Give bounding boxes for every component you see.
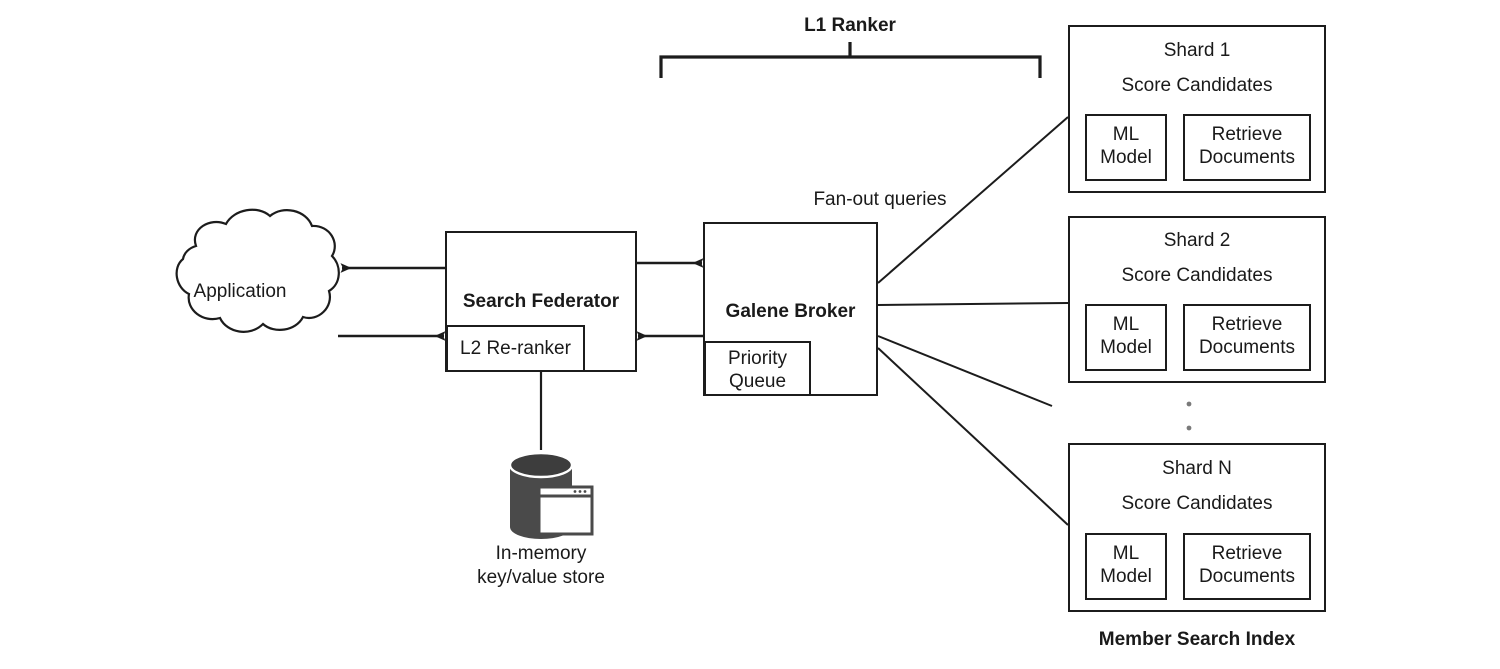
fanout-line-shard-n xyxy=(877,347,1069,526)
shard-1-ml-line2: Model xyxy=(1100,147,1152,168)
priority-queue-box[interactable]: Priority Queue xyxy=(704,341,811,396)
shard-2-ml-line2: Model xyxy=(1100,337,1152,358)
shard-2-retrieve-line2: Documents xyxy=(1198,337,1296,358)
priority-queue-line2: Queue xyxy=(728,371,787,392)
shard-n-retrieve-line1: Retrieve xyxy=(1211,543,1283,564)
l1-ranker-label: L1 Ranker xyxy=(804,15,896,36)
shard-2-retrieve-line1: Retrieve xyxy=(1211,314,1283,335)
search-federator-title: Search Federator xyxy=(462,291,620,312)
shard-2-retrieve-box[interactable]: Retrieve Documents xyxy=(1183,304,1311,371)
shard-n-ml-line2: Model xyxy=(1100,566,1152,587)
shard-1-title: Shard 1 xyxy=(1163,40,1231,61)
l1-ranker-bracket xyxy=(659,42,1042,78)
shard-1-ml-model-box[interactable]: ML Model xyxy=(1085,114,1167,181)
shard-n-ml-line1: ML xyxy=(1112,543,1140,564)
galene-broker-title: Galene Broker xyxy=(725,301,856,322)
priority-queue-line1: Priority xyxy=(727,348,788,369)
shard-1-retrieve-line1: Retrieve xyxy=(1211,124,1283,145)
shard-2-title: Shard 2 xyxy=(1163,230,1231,251)
shard-1-ml-line1: ML xyxy=(1112,124,1140,145)
window-icon xyxy=(537,485,594,536)
shard-n-retrieve-line2: Documents xyxy=(1198,566,1296,587)
shard-1-retrieve-line2: Documents xyxy=(1198,147,1296,168)
keyvalue-store-line2: key/value store xyxy=(477,567,605,588)
shard-1-box[interactable]: Shard 1 Score Candidates ML Model Retrie… xyxy=(1068,25,1326,193)
shard-n-box[interactable]: Shard N Score Candidates ML Model Retrie… xyxy=(1068,443,1326,612)
shard-n-ml-model-box[interactable]: ML Model xyxy=(1085,533,1167,600)
l2-reranker-label: L2 Re-ranker xyxy=(460,337,571,359)
application-label: Application xyxy=(193,281,287,302)
shard-2-box[interactable]: Shard 2 Score Candidates ML Model Retrie… xyxy=(1068,216,1326,383)
diagram-canvas: Search Federator (bottom, pointing right… xyxy=(0,0,1500,669)
application-cloud-shape xyxy=(175,208,340,333)
shard-ellipsis-dots xyxy=(1186,401,1192,431)
l2-reranker-box[interactable]: L2 Re-ranker xyxy=(446,325,585,372)
fanout-line-extra xyxy=(877,335,1053,407)
shard-n-title: Shard N xyxy=(1162,458,1232,479)
shard-2-ml-line1: ML xyxy=(1112,314,1140,335)
fanout-queries-label: Fan-out queries xyxy=(813,189,947,210)
member-search-index-label: Member Search Index xyxy=(1098,629,1296,650)
shard-2-subtitle: Score Candidates xyxy=(1121,265,1273,286)
shard-n-retrieve-box[interactable]: Retrieve Documents xyxy=(1183,533,1311,600)
shard-n-subtitle: Score Candidates xyxy=(1121,493,1273,514)
database-cylinder-icon xyxy=(508,451,574,539)
shard-2-ml-model-box[interactable]: ML Model xyxy=(1085,304,1167,371)
keyvalue-store-line1: In-memory xyxy=(495,543,587,564)
shard-1-subtitle: Score Candidates xyxy=(1121,75,1273,96)
shard-1-retrieve-box[interactable]: Retrieve Documents xyxy=(1183,114,1311,181)
fanout-line-shard-2 xyxy=(877,302,1069,306)
